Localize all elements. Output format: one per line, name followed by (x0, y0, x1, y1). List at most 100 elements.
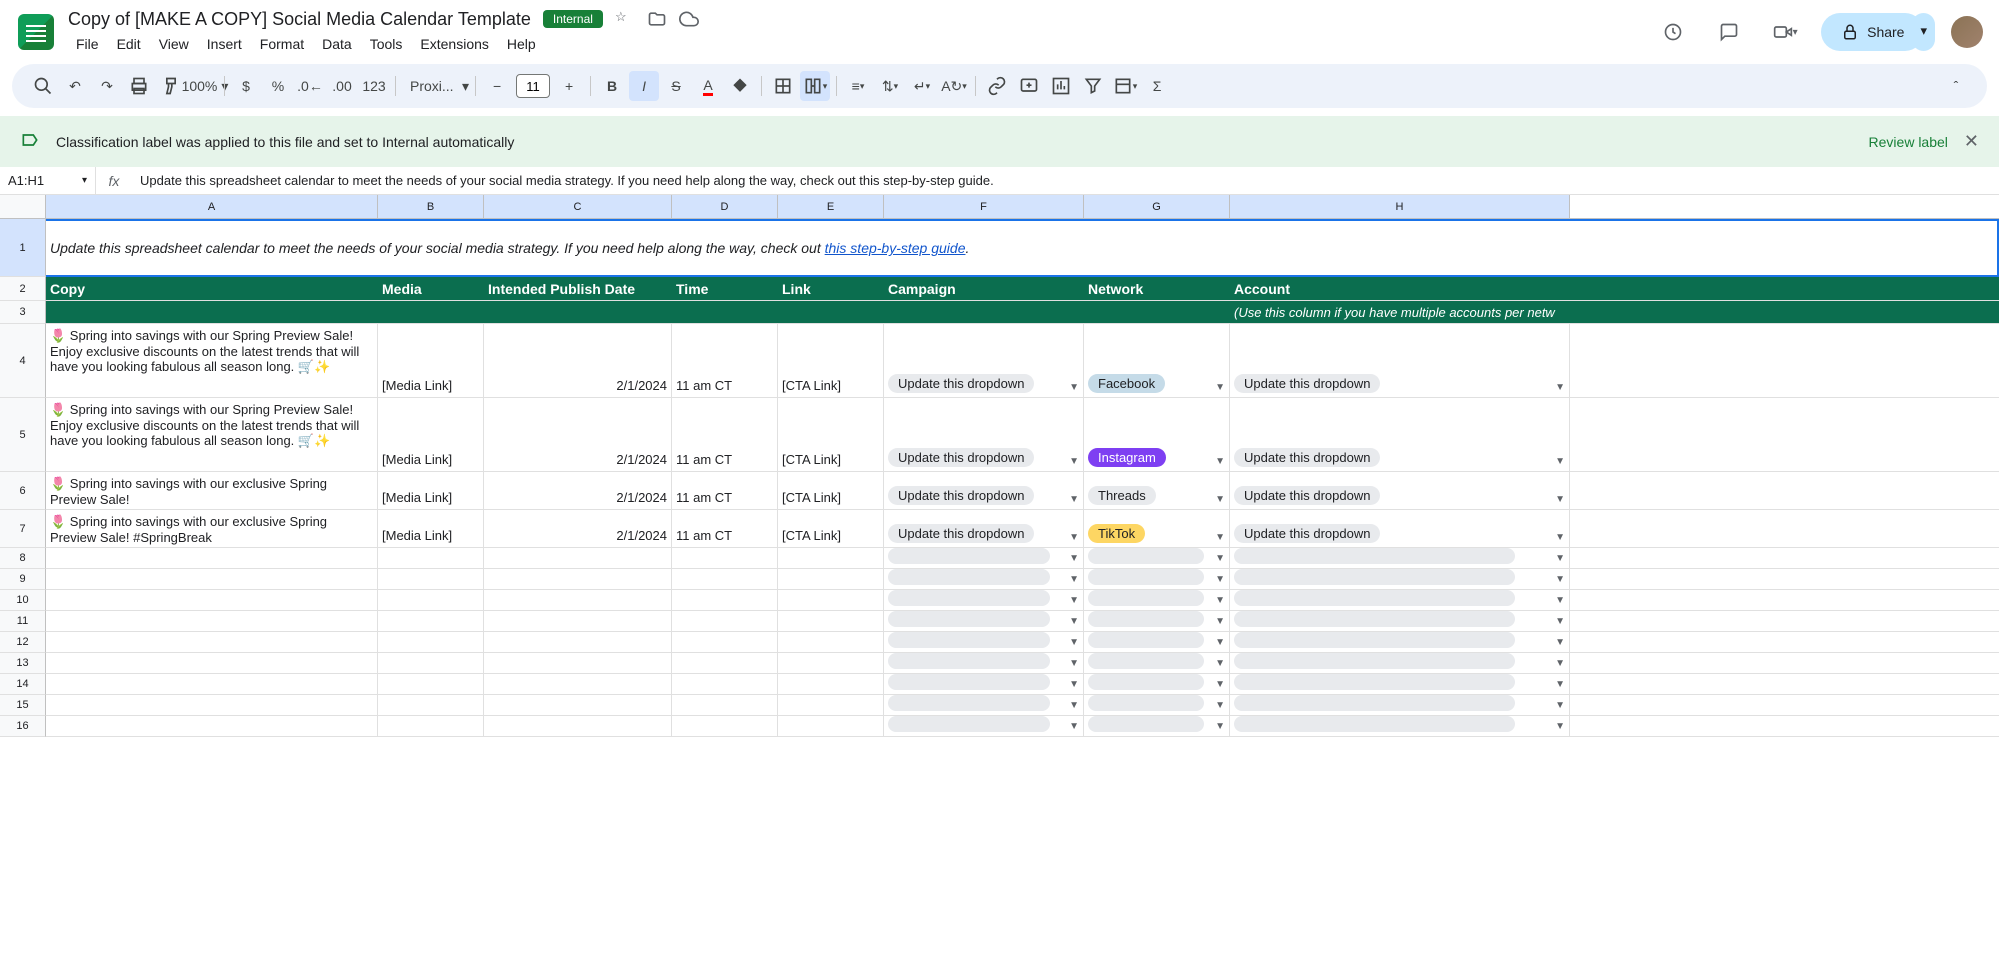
document-title[interactable]: Copy of [MAKE A COPY] Social Media Calen… (68, 9, 531, 30)
row-header[interactable]: 11 (0, 611, 46, 632)
col-header[interactable]: F (884, 195, 1084, 218)
cell[interactable] (46, 674, 378, 694)
filter-icon[interactable] (1078, 71, 1108, 101)
campaign-dropdown[interactable]: ▼ (884, 548, 1084, 568)
col-header[interactable]: B (378, 195, 484, 218)
cell[interactable] (672, 674, 778, 694)
network-dropdown[interactable]: ▼ (1084, 569, 1230, 589)
cell[interactable] (778, 611, 884, 631)
cell[interactable] (484, 674, 672, 694)
header-time[interactable]: Time (672, 277, 778, 300)
col-header[interactable]: C (484, 195, 672, 218)
merge-cells-icon[interactable]: ▾ (800, 71, 830, 101)
sheets-logo[interactable] (16, 12, 56, 52)
share-button[interactable]: Share (1821, 13, 1924, 51)
cell[interactable] (672, 653, 778, 673)
col-header[interactable]: A (46, 195, 378, 218)
close-icon[interactable]: ✕ (1964, 131, 1979, 152)
zoom-select[interactable]: 100% ▾ (188, 71, 218, 101)
network-dropdown[interactable]: ▼ (1084, 611, 1230, 631)
functions-icon[interactable]: Σ (1142, 71, 1172, 101)
header-network[interactable]: Network (1084, 277, 1230, 300)
menu-view[interactable]: View (151, 32, 197, 56)
row-header[interactable]: 5 (0, 398, 46, 472)
campaign-dropdown[interactable]: ▼ (884, 716, 1084, 736)
row-header[interactable]: 3 (0, 301, 46, 324)
row-header[interactable]: 9 (0, 569, 46, 590)
cell-copy[interactable]: 🌷 Spring into savings with our Spring Pr… (46, 398, 378, 471)
cell-date[interactable]: 2/1/2024 (484, 510, 672, 547)
row-header[interactable]: 1 (0, 219, 46, 277)
cell[interactable] (484, 695, 672, 715)
campaign-dropdown[interactable]: ▼ (884, 695, 1084, 715)
account-dropdown[interactable]: ▼ (1230, 716, 1570, 736)
account-dropdown[interactable]: Update this dropdown▼ (1230, 398, 1570, 471)
cell[interactable] (378, 674, 484, 694)
row-header[interactable]: 14 (0, 674, 46, 695)
cell[interactable] (484, 590, 672, 610)
search-icon[interactable] (28, 71, 58, 101)
user-avatar[interactable] (1951, 16, 1983, 48)
star-icon[interactable]: ☆ (615, 9, 635, 29)
campaign-dropdown[interactable]: ▼ (884, 653, 1084, 673)
cell[interactable] (778, 716, 884, 736)
account-dropdown[interactable]: ▼ (1230, 569, 1570, 589)
menu-insert[interactable]: Insert (199, 32, 250, 56)
cell[interactable] (484, 611, 672, 631)
row-header[interactable]: 10 (0, 590, 46, 611)
collapse-toolbar-icon[interactable]: ˆ (1941, 71, 1971, 101)
cell[interactable] (378, 653, 484, 673)
cell[interactable] (46, 569, 378, 589)
align-icon[interactable]: ≡ ▾ (843, 71, 873, 101)
account-dropdown[interactable]: Update this dropdown▼ (1230, 324, 1570, 397)
rotate-icon[interactable]: A↻ ▾ (939, 71, 969, 101)
account-dropdown[interactable]: ▼ (1230, 674, 1570, 694)
menu-format[interactable]: Format (252, 32, 312, 56)
cell[interactable] (778, 653, 884, 673)
cell[interactable] (378, 569, 484, 589)
row-header[interactable]: 13 (0, 653, 46, 674)
campaign-dropdown[interactable]: ▼ (884, 590, 1084, 610)
cloud-status-icon[interactable] (679, 9, 699, 29)
account-dropdown[interactable]: ▼ (1230, 653, 1570, 673)
col-header[interactable]: H (1230, 195, 1570, 218)
fill-color-icon[interactable] (725, 71, 755, 101)
cell[interactable] (484, 653, 672, 673)
campaign-dropdown[interactable]: ▼ (884, 632, 1084, 652)
cell[interactable] (378, 632, 484, 652)
cell[interactable] (672, 548, 778, 568)
name-box[interactable]: A1:H1▾ (0, 167, 96, 194)
menu-edit[interactable]: Edit (109, 32, 149, 56)
cell[interactable] (672, 695, 778, 715)
cell[interactable] (672, 611, 778, 631)
campaign-dropdown[interactable]: Update this dropdown▼ (884, 324, 1084, 397)
cell-link[interactable]: [CTA Link] (778, 510, 884, 547)
cell-date[interactable]: 2/1/2024 (484, 472, 672, 509)
cell-time[interactable]: 11 am CT (672, 324, 778, 397)
cell[interactable] (378, 548, 484, 568)
cell[interactable] (778, 674, 884, 694)
cell-media[interactable]: [Media Link] (378, 510, 484, 547)
cell[interactable] (46, 632, 378, 652)
text-color-icon[interactable]: A (693, 71, 723, 101)
network-dropdown[interactable]: Instagram▼ (1084, 398, 1230, 471)
cell[interactable] (484, 569, 672, 589)
network-dropdown[interactable]: Facebook▼ (1084, 324, 1230, 397)
guide-link[interactable]: this step-by-step guide (825, 240, 966, 256)
cell-media[interactable]: [Media Link] (378, 472, 484, 509)
network-dropdown[interactable]: ▼ (1084, 590, 1230, 610)
account-dropdown[interactable]: ▼ (1230, 548, 1570, 568)
formula-bar[interactable]: Update this spreadsheet calendar to meet… (132, 173, 1999, 188)
campaign-dropdown[interactable]: ▼ (884, 611, 1084, 631)
cell-copy[interactable]: 🌷 Spring into savings with our exclusive… (46, 510, 378, 547)
network-dropdown[interactable]: ▼ (1084, 653, 1230, 673)
format-123-icon[interactable]: 123 (359, 71, 389, 101)
cell-link[interactable]: [CTA Link] (778, 324, 884, 397)
decrease-decimal-icon[interactable]: .0← (295, 71, 325, 101)
meet-icon[interactable]: ▾ (1765, 12, 1805, 52)
redo-icon[interactable]: ↷ (92, 71, 122, 101)
cell-link[interactable]: [CTA Link] (778, 398, 884, 471)
increase-font-icon[interactable]: + (554, 71, 584, 101)
valign-icon[interactable]: ⇅ ▾ (875, 71, 905, 101)
cell[interactable] (778, 569, 884, 589)
